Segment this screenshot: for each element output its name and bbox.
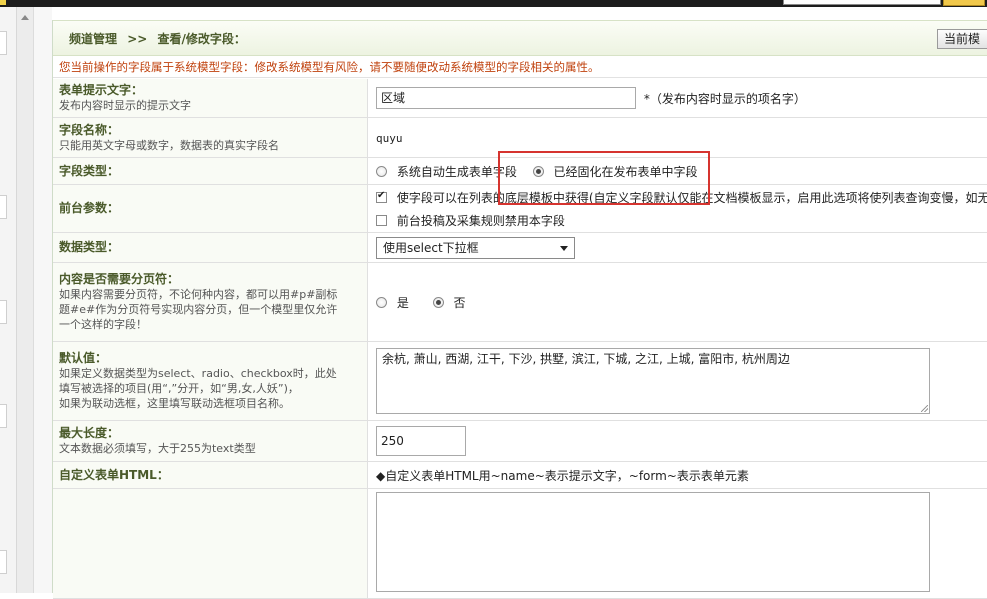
custom-html-textarea[interactable] [376, 492, 930, 592]
frontend-option2: 前台投稿及采集规则禁用本字段 [376, 212, 987, 229]
scroll-up-arrow-icon[interactable] [21, 15, 29, 20]
form-row-datatype: 数据类型： 使用select下拉框 [53, 233, 987, 263]
field-edit-form: 表单提示文字： 发布内容时显示的提示文字 区域 *（发布内容时显示的项名字） 字… [53, 79, 987, 599]
default-value-text: 余杭, 萧山, 西湖, 江干, 下沙, 拱墅, 滨江, 下城, 之江, 上城, … [382, 352, 790, 366]
form-row-customhtml: 自定义表单HTML： ◆自定义表单HTML用~name~表示提示文字，~form… [53, 462, 987, 489]
field-description: 如果为联动选框，这里填写联动选框项目名称。 [59, 396, 367, 411]
field-label-cell: 自定义表单HTML： [53, 462, 368, 489]
left-menu-item[interactable] [0, 550, 7, 574]
field-label-cell [53, 489, 368, 599]
maxlength-input[interactable]: 250 [376, 426, 466, 456]
field-value-cell: quyu [368, 118, 987, 158]
left-menu-item[interactable] [0, 31, 7, 55]
form-row-pagebreak: 内容是否需要分页符： 如果内容需要分页符，不论何种内容，都可以用#p#副标 题#… [53, 263, 987, 342]
pagebreak-yes-radio[interactable] [376, 297, 387, 308]
field-description: 一个这样的字段！ [59, 317, 367, 332]
field-description: 题#e#作为分页符号实现内容分页，但一个模型里仅允许 [59, 302, 367, 317]
field-label: 数据类型： [59, 240, 367, 255]
left-menu-item[interactable] [0, 195, 7, 219]
field-label-cell: 字段名称： 只能用英文字母或数字，数据表的真实字段名 [53, 118, 368, 158]
type-option2-radio[interactable] [533, 166, 544, 177]
customhtml-hint: ◆自定义表单HTML用~name~表示提示文字，~form~表示表单元素 [376, 469, 749, 483]
form-row-frontend: 前台参数： 使字段可以在列表的底层模板中获得(自定义字段默认仅能在文档模板显示，… [53, 185, 987, 233]
field-label: 内容是否需要分页符： [59, 272, 367, 287]
field-value-cell: 余杭, 萧山, 西湖, 江干, 下沙, 拱墅, 滨江, 下城, 之江, 上城, … [368, 342, 987, 421]
current-model-button[interactable]: 当前模 [937, 29, 987, 49]
field-label-cell: 字段类型： [53, 158, 368, 185]
field-label-cell: 最大长度： 文本数据必须填写，大于255为text类型 [53, 421, 368, 462]
left-menu-item[interactable] [0, 300, 7, 324]
main-content: 频道管理 >> 查看/修改字段： 当前模 您当前操作的字段属于系统模型字段：修改… [52, 20, 987, 593]
prompt-text-input[interactable]: 区域 [376, 87, 636, 109]
field-description: 只能用英文字母或数字，数据表的真实字段名 [59, 138, 367, 153]
field-label-cell: 数据类型： [53, 233, 368, 263]
field-label: 自定义表单HTML： [59, 468, 367, 483]
type-option2-label: 已经固化在发布表单中字段 [554, 165, 698, 179]
field-value-cell [368, 489, 987, 599]
left-menu-panel [0, 7, 17, 593]
form-row-prompt: 表单提示文字： 发布内容时显示的提示文字 区域 *（发布内容时显示的项名字） [53, 79, 987, 118]
dropdown-arrow-icon [560, 246, 568, 251]
frontend-option1: 使字段可以在列表的底层模板中获得(自定义字段默认仅能在文档模板显示，启用此选项将… [376, 189, 987, 206]
default-value-textarea[interactable]: 余杭, 萧山, 西湖, 江干, 下沙, 拱墅, 滨江, 下城, 之江, 上城, … [376, 348, 930, 414]
field-description: 发布内容时显示的提示文字 [59, 98, 367, 113]
frontend-disable-label: 前台投稿及采集规则禁用本字段 [397, 214, 565, 228]
field-name-value: quyu [376, 132, 403, 145]
field-label: 前台参数： [59, 201, 367, 216]
system-field-warning: 您当前操作的字段属于系统模型字段：修改系统模型有风险，请不要随便改动系统模型的字… [53, 56, 987, 78]
form-row-name: 字段名称： 只能用英文字母或数字，数据表的真实字段名 quyu [53, 118, 987, 158]
left-scrollbar[interactable] [17, 7, 34, 593]
form-row-maxlength: 最大长度： 文本数据必须填写，大于255为text类型 250 [53, 421, 987, 462]
breadcrumb-current: 查看/修改字段： [158, 32, 246, 46]
field-label-cell: 内容是否需要分页符： 如果内容需要分页符，不论何种内容，都可以用#p#副标 题#… [53, 263, 368, 342]
datatype-selected-value: 使用select下拉框 [383, 241, 479, 255]
field-value-cell: 区域 *（发布内容时显示的项名字） [368, 79, 987, 118]
field-label-cell: 表单提示文字： 发布内容时显示的提示文字 [53, 79, 368, 118]
pagebreak-no-radio[interactable] [433, 297, 444, 308]
breadcrumb-separator: >> [127, 32, 147, 46]
field-label-cell: 默认值： 如果定义数据类型为select、radio、checkbox时，此处 … [53, 342, 368, 421]
breadcrumb: 频道管理 >> 查看/修改字段： [69, 30, 252, 47]
field-description: 填写被选择的项目(用“,”分开，如“男,女,人妖”)， [59, 381, 367, 396]
datatype-select[interactable]: 使用select下拉框 [376, 237, 575, 259]
field-value-cell: 250 [368, 421, 987, 462]
type-option1-label: 系统自动生成表单字段 [397, 165, 517, 179]
form-row-customhtml-editor [53, 489, 987, 599]
field-value-cell: 是 否 [368, 263, 987, 342]
frame-gutter [34, 7, 52, 593]
breadcrumb-channel-manage[interactable]: 频道管理 [69, 32, 117, 46]
field-description: 如果内容需要分页符，不论何种内容，都可以用#p#副标 [59, 287, 367, 302]
top-header-bar [0, 0, 987, 7]
field-value-cell: 使字段可以在列表的底层模板中获得(自定义字段默认仅能在文档模板显示，启用此选项将… [368, 185, 987, 233]
frontend-disable-checkbox[interactable] [376, 215, 387, 226]
field-label: 最大长度： [59, 426, 367, 441]
form-row-default: 默认值： 如果定义数据类型为select、radio、checkbox时，此处 … [53, 342, 987, 421]
page-header: 频道管理 >> 查看/修改字段： 当前模 [53, 20, 987, 56]
field-label-cell: 前台参数： [53, 185, 368, 233]
left-menu-item[interactable] [0, 404, 7, 428]
field-label: 表单提示文字： [59, 83, 367, 98]
top-search-input[interactable] [783, 0, 941, 5]
form-row-type: 字段类型： 系统自动生成表单字段 已经固化在发布表单中字段 [53, 158, 987, 185]
field-value-cell: 使用select下拉框 [368, 233, 987, 263]
field-label: 字段类型： [59, 164, 367, 179]
field-label: 默认值： [59, 351, 367, 366]
type-option1-radio[interactable] [376, 166, 387, 177]
frontend-list-template-label: 使字段可以在列表的底层模板中获得(自定义字段默认仅能在文档模板显示，启用此选项将… [397, 191, 987, 205]
resize-grip-icon[interactable] [921, 405, 928, 412]
pagebreak-yes-label: 是 [397, 296, 409, 310]
frontend-list-template-checkbox[interactable] [376, 192, 387, 203]
top-search-button[interactable] [943, 0, 985, 6]
logo [0, 0, 6, 5]
prompt-hint: *（发布内容时显示的项名字） [644, 92, 806, 106]
field-value-cell: ◆自定义表单HTML用~name~表示提示文字，~form~表示表单元素 [368, 462, 987, 489]
field-description: 文本数据必须填写，大于255为text类型 [59, 441, 367, 456]
field-label: 字段名称： [59, 123, 367, 138]
field-value-cell: 系统自动生成表单字段 已经固化在发布表单中字段 [368, 158, 987, 185]
pagebreak-no-label: 否 [454, 296, 466, 310]
field-description: 如果定义数据类型为select、radio、checkbox时，此处 [59, 366, 367, 381]
